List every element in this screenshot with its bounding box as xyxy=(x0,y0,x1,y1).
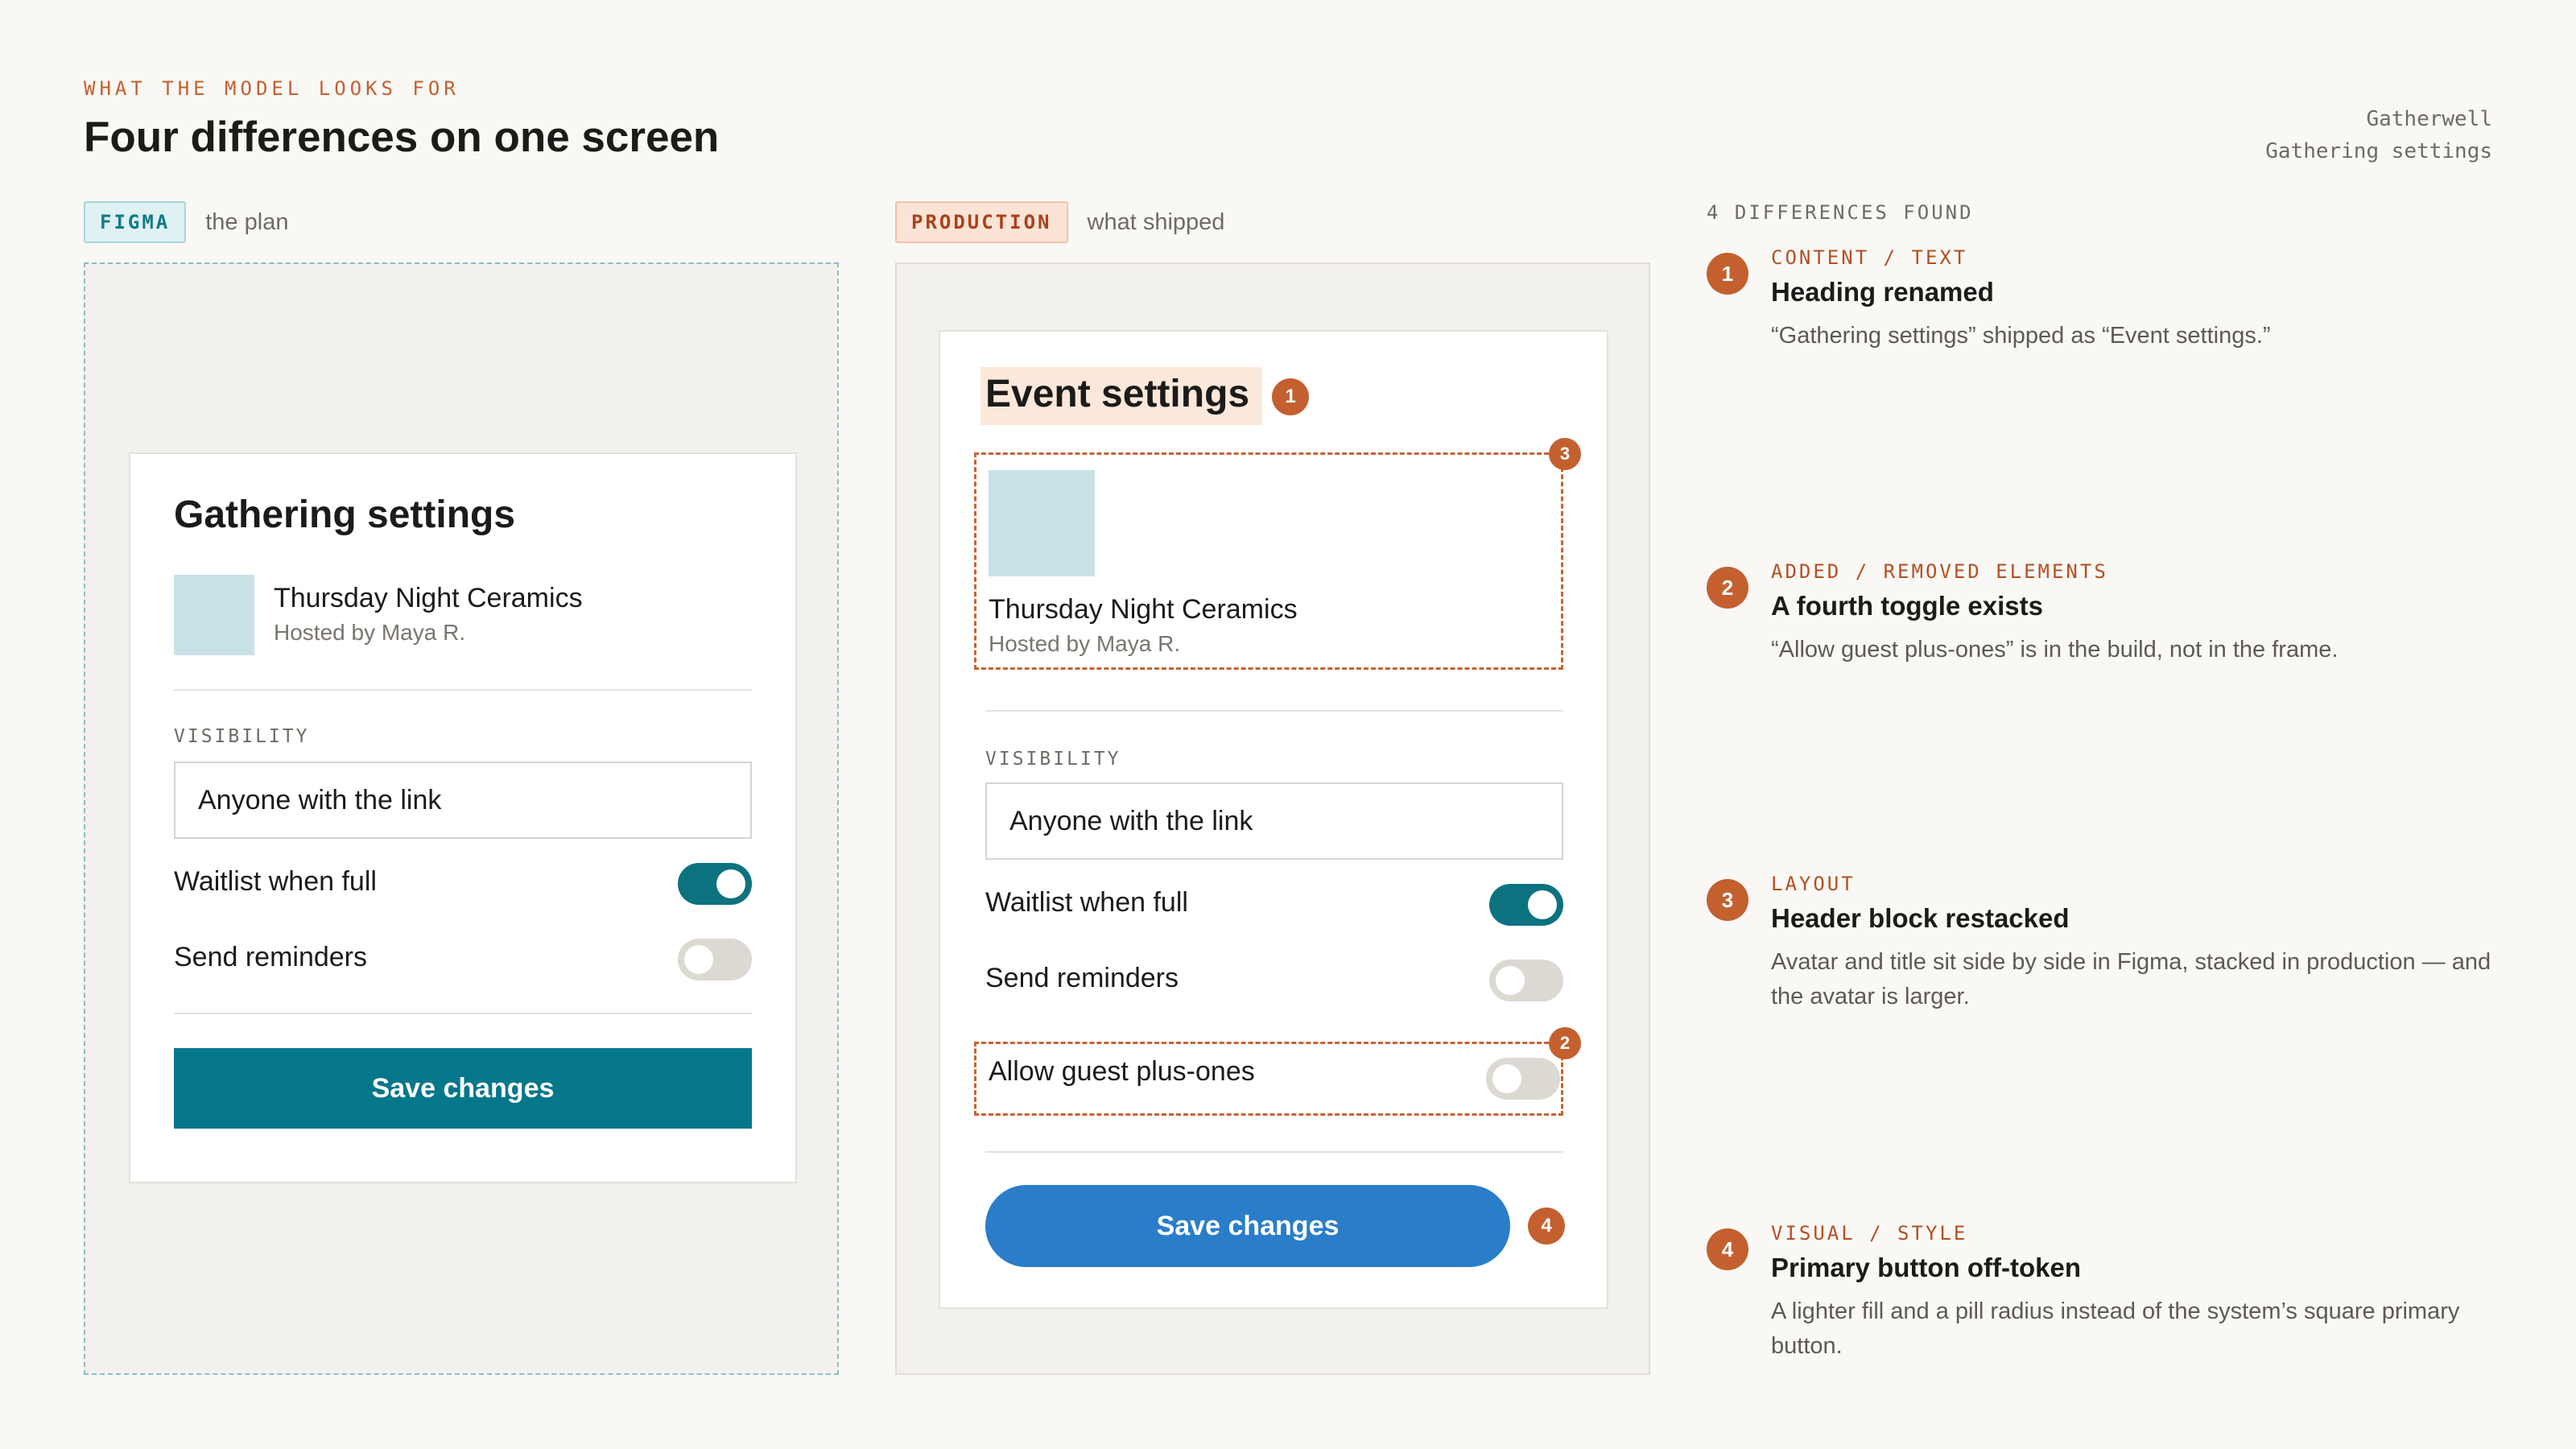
production-card-heading: Event settings xyxy=(985,373,1250,415)
figma-visibility-label: VISIBILITY xyxy=(174,726,310,747)
figma-event-name: Thursday Night Ceramics xyxy=(274,583,583,613)
difference-number-badge: 4 xyxy=(1707,1228,1748,1270)
figma-divider xyxy=(174,1013,752,1014)
difference-number-badge: 1 xyxy=(1707,253,1748,295)
difference-category: VISUAL / STYLE xyxy=(1771,1222,1968,1245)
production-divider xyxy=(985,1151,1563,1153)
production-reminders-toggle[interactable] xyxy=(1489,960,1563,1001)
difference-marker-4: 4 xyxy=(1528,1208,1565,1245)
toggle-knob xyxy=(716,869,745,898)
difference-description: “Allow guest plus-ones” is in the build,… xyxy=(1771,637,2339,663)
production-toggle-label-waitlist: Waitlist when full xyxy=(985,887,1188,918)
figma-column-label: FIGMA the plan xyxy=(84,201,288,243)
brand-name: Gatherwell xyxy=(2366,107,2492,131)
production-tag: PRODUCTION xyxy=(895,201,1068,243)
toggle-knob xyxy=(684,945,713,974)
brand-block: Gatherwell Gathering settings xyxy=(2265,103,2492,167)
production-event-name: Thursday Night Ceramics xyxy=(989,594,1298,625)
figma-save-button[interactable]: Save changes xyxy=(174,1048,752,1129)
figma-reminders-toggle[interactable] xyxy=(678,939,752,980)
difference-marker-2: 2 xyxy=(1549,1027,1581,1059)
production-toggle-label-plus-ones: Allow guest plus-ones xyxy=(989,1056,1255,1087)
production-visibility-label: VISIBILITY xyxy=(985,749,1121,770)
production-waitlist-toggle[interactable] xyxy=(1489,884,1563,926)
difference-category: LAYOUT xyxy=(1771,873,1856,895)
production-divider xyxy=(985,710,1563,712)
difference-number-badge: 3 xyxy=(1707,879,1748,921)
production-column-label: PRODUCTION what shipped xyxy=(895,201,1224,243)
eyebrow-label: WHAT THE MODEL LOOKS FOR xyxy=(84,77,460,100)
production-note: what shipped xyxy=(1087,208,1225,235)
difference-description: “Gathering settings” shipped as “Event s… xyxy=(1771,323,2271,349)
difference-category: CONTENT / TEXT xyxy=(1771,246,1968,269)
figma-note: the plan xyxy=(205,208,289,235)
figma-toggle-label-waitlist: Waitlist when full xyxy=(174,866,377,897)
differences-header: 4 DIFFERENCES FOUND xyxy=(1707,201,1974,224)
toggle-knob xyxy=(1492,1064,1521,1093)
figma-divider xyxy=(174,689,752,691)
production-save-button[interactable]: Save changes xyxy=(985,1185,1510,1267)
production-event-host: Hosted by Maya R. xyxy=(989,631,1181,656)
figma-frame: Gathering settings Thursday Night Cerami… xyxy=(84,262,839,1375)
figma-toggle-label-reminders: Send reminders xyxy=(174,942,368,972)
figma-event-host: Hosted by Maya R. xyxy=(274,620,466,645)
toggle-knob xyxy=(1528,890,1557,919)
brand-page: Gathering settings xyxy=(2265,139,2492,163)
production-plus-ones-toggle[interactable] xyxy=(1486,1058,1560,1100)
difference-category: ADDED / REMOVED ELEMENTS xyxy=(1771,560,2108,583)
figma-tag: FIGMA xyxy=(84,201,187,243)
difference-number-badge: 2 xyxy=(1707,567,1748,609)
difference-description: A lighter fill and a pill radius instead… xyxy=(1771,1298,2460,1359)
production-frame: Event settings 1 3 Thursday Night Cerami… xyxy=(895,262,1650,1375)
figma-settings-card: Gathering settings Thursday Night Cerami… xyxy=(129,452,797,1183)
production-settings-card: Event settings 1 3 Thursday Night Cerami… xyxy=(939,330,1608,1309)
difference-title: Primary button off-token xyxy=(1771,1253,2081,1282)
difference-description: Avatar and title sit side by side in Fig… xyxy=(1771,949,2491,1009)
production-visibility-select[interactable]: Anyone with the link xyxy=(985,782,1563,860)
figma-card-heading: Gathering settings xyxy=(174,493,516,536)
difference-title: A fourth toggle exists xyxy=(1771,591,2043,621)
production-toggle-label-reminders: Send reminders xyxy=(985,963,1179,993)
difference-title: Header block restacked xyxy=(1771,903,2070,933)
figma-waitlist-toggle[interactable] xyxy=(678,863,752,905)
figma-event-avatar xyxy=(174,575,254,655)
difference-title: Heading renamed xyxy=(1771,277,1994,307)
production-event-avatar xyxy=(989,470,1095,576)
toggle-knob xyxy=(1496,966,1525,995)
difference-marker-3: 3 xyxy=(1549,438,1581,470)
page-title: Four differences on one screen xyxy=(84,114,720,161)
difference-marker-1: 1 xyxy=(1272,378,1309,415)
figma-visibility-select[interactable]: Anyone with the link xyxy=(174,762,752,839)
